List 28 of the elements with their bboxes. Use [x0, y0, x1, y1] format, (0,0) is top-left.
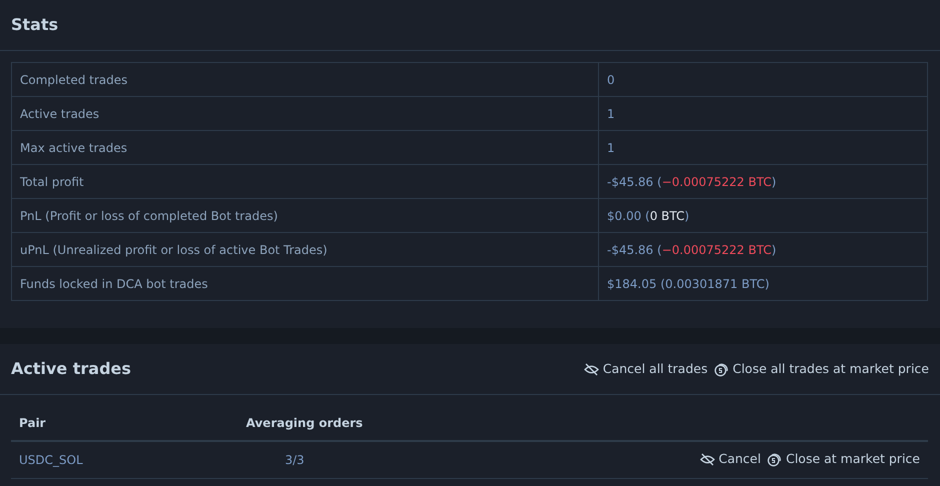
stat-label: uPnL (Unrealized profit or loss of active Bot Trades) [12, 232, 598, 266]
close-market-button[interactable]: Close at market price [766, 450, 920, 470]
stat-value: 0 [598, 62, 928, 96]
stat-value: $0.00 (0 BTC) [598, 198, 928, 232]
stat-label: PnL (Profit or loss of completed Bot trades) [12, 198, 598, 232]
stat-label: Max active trades [12, 130, 598, 164]
stat-value: -$45.86 (−0.00075222 BTC) [598, 232, 928, 266]
eye-off-icon [584, 362, 599, 376]
section-title: Active trades [11, 359, 132, 379]
stat-value: $184.05 (0.00301871 BTC) [598, 266, 928, 300]
stat-value: -$45.86 (−0.00075222 BTC) [598, 164, 928, 198]
cancel-button[interactable]: Cancel all trades [584, 360, 708, 378]
pair-cell: USDC_SOL [11, 441, 238, 478]
stat-label: Active trades [12, 96, 598, 130]
column-header: Pair [11, 395, 238, 441]
eye-off-icon [700, 453, 715, 466]
column-header: Averaging orders [238, 395, 388, 441]
section-title: Stats [11, 15, 58, 35]
stat-label: Completed trades [12, 62, 598, 96]
coin-icon [766, 452, 782, 468]
stat-label: Funds locked in DCA bot trades [12, 266, 598, 300]
coin-icon [714, 362, 729, 376]
cancel-button[interactable]: Cancel [700, 450, 761, 470]
stat-label: Total profit [12, 164, 598, 198]
stat-value: 1 [598, 96, 928, 130]
close-market-button[interactable]: Close all trades at market price [714, 360, 929, 378]
averaging-orders-cell: 3/3 [238, 441, 388, 478]
stat-value: 1 [598, 130, 928, 164]
